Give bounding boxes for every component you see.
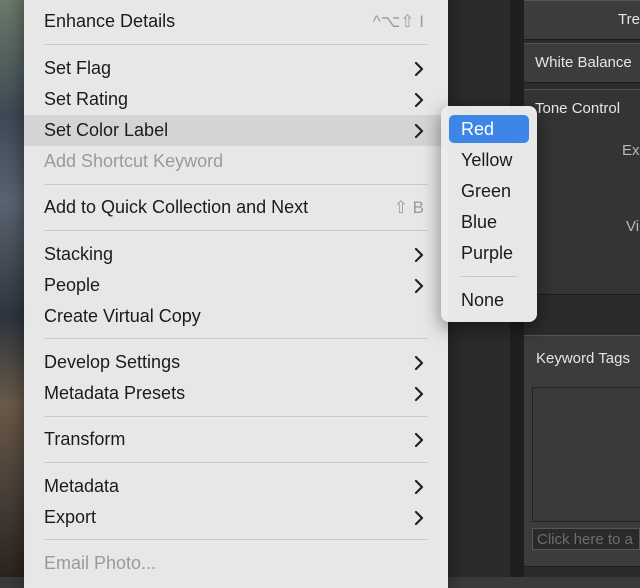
menu-item-label: Add Shortcut Keyword xyxy=(44,151,224,171)
chevron-right-icon xyxy=(414,424,428,455)
keyword-tags-area[interactable] xyxy=(532,387,640,522)
menu-item-label: People xyxy=(44,275,101,295)
shortcut-label: ⇧ B xyxy=(393,198,424,217)
menu-item-develop-settings[interactable]: Develop Settings xyxy=(24,347,448,378)
menu-item-stacking[interactable]: Stacking xyxy=(24,239,448,270)
menu-item-create-virtual-copy[interactable]: Create Virtual Copy xyxy=(24,301,448,332)
menu-item-label: Develop Settings xyxy=(44,352,181,372)
chevron-right-icon xyxy=(414,115,428,146)
menu-item-set-flag[interactable]: Set Flag xyxy=(24,53,448,84)
menu-item-label: Enhance Details xyxy=(44,11,176,31)
submenu-item-blue[interactable]: Blue xyxy=(449,208,529,236)
menu-item-label: Add to Quick Collection and Next xyxy=(44,197,309,217)
menu-item-label: Email Photo... xyxy=(44,553,157,573)
menu-item-people[interactable]: People xyxy=(24,270,448,301)
chevron-right-icon xyxy=(414,471,428,502)
submenu-item-yellow[interactable]: Yellow xyxy=(449,146,529,174)
menu-separator xyxy=(44,462,428,463)
keyword-tags-label: Keyword Tags xyxy=(536,350,630,367)
menu-item-label: Metadata xyxy=(44,476,120,496)
color-label-submenu: Red Yellow Green Blue Purple None xyxy=(441,106,537,322)
submenu-item-purple[interactable]: Purple xyxy=(449,239,529,267)
menu-item-metadata[interactable]: Metadata xyxy=(24,471,448,502)
menu-separator xyxy=(44,338,428,339)
chevron-right-icon xyxy=(414,378,428,409)
submenu-item-none[interactable]: None xyxy=(449,286,529,314)
chevron-right-icon xyxy=(414,53,428,84)
menu-item-label: Transform xyxy=(44,429,126,449)
submenu-item-label: None xyxy=(461,290,505,310)
tone-control-section: Tone Control Ex Vi xyxy=(524,89,640,295)
menu-item-email-photo: Email Photo... xyxy=(24,548,448,579)
menu-item-add-shortcut-keyword: Add Shortcut Keyword xyxy=(24,146,448,177)
menu-item-label: Export xyxy=(44,507,97,527)
treatment-label: Tre xyxy=(618,11,640,28)
white-balance-row[interactable]: White Balance xyxy=(524,43,640,83)
chevron-right-icon xyxy=(414,84,428,115)
submenu-item-label: Yellow xyxy=(461,150,513,170)
menu-item-metadata-presets[interactable]: Metadata Presets xyxy=(24,378,448,409)
menu-item-label: Set Rating xyxy=(44,89,129,109)
menu-separator xyxy=(44,184,428,185)
keyword-input[interactable]: Click here to a xyxy=(532,528,640,550)
chevron-right-icon xyxy=(414,239,428,270)
chevron-right-icon xyxy=(414,347,428,378)
context-menu: Enhance Details ^⌥⇧ I Set Flag Set Ratin… xyxy=(24,0,448,588)
submenu-item-label: Purple xyxy=(461,243,514,263)
menu-item-set-rating[interactable]: Set Rating xyxy=(24,84,448,115)
menu-item-label: Create Virtual Copy xyxy=(44,306,201,326)
menu-item-transform[interactable]: Transform xyxy=(24,424,448,455)
menu-item-label: Set Flag xyxy=(44,58,112,78)
exposure-label: Ex xyxy=(622,142,640,159)
menu-item-label: Set Color Label xyxy=(44,120,169,140)
menu-item-enhance-details[interactable]: Enhance Details ^⌥⇧ I xyxy=(24,6,448,37)
vibrance-label: Vi xyxy=(626,218,640,235)
submenu-separator xyxy=(461,276,517,277)
white-balance-label: White Balance xyxy=(535,54,632,71)
menu-item-label: Metadata Presets xyxy=(44,383,186,403)
submenu-item-label: Red xyxy=(461,119,495,139)
menu-separator xyxy=(44,230,428,231)
menu-item-set-color-label[interactable]: Set Color Label xyxy=(24,115,448,146)
submenu-item-green[interactable]: Green xyxy=(449,177,529,205)
submenu-item-label: Blue xyxy=(461,212,498,232)
chevron-right-icon xyxy=(414,502,428,533)
treatment-row[interactable]: Tre xyxy=(524,0,640,40)
menu-separator xyxy=(44,416,428,417)
menu-item-label: Stacking xyxy=(44,244,114,264)
submenu-item-red[interactable]: Red xyxy=(449,115,529,143)
submenu-item-label: Green xyxy=(461,181,512,201)
menu-item-add-to-quick-collection[interactable]: Add to Quick Collection and Next ⇧ B xyxy=(24,192,448,223)
shortcut-label: ^⌥⇧ I xyxy=(372,12,424,31)
menu-item-export[interactable]: Export xyxy=(24,502,448,533)
menu-separator xyxy=(44,539,428,540)
menu-separator xyxy=(44,44,428,45)
tone-control-label: Tone Control xyxy=(535,100,621,117)
chevron-right-icon xyxy=(414,270,428,301)
